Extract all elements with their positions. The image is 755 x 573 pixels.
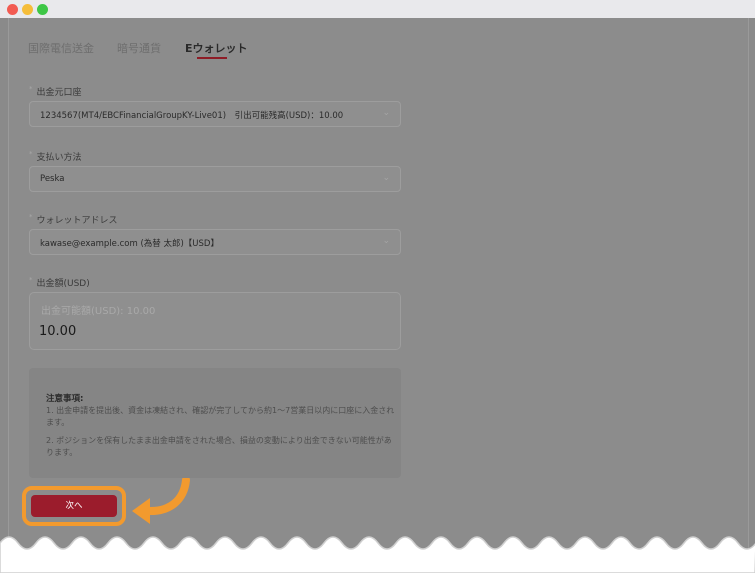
minimize-window-button[interactable] [22, 4, 33, 15]
next-button-highlight: 次へ [22, 486, 126, 526]
required-mark: * [29, 85, 33, 93]
chevron-down-icon: ⌄ [382, 236, 390, 246]
tab-crypto[interactable]: 暗号通貨 [117, 40, 161, 56]
close-window-button[interactable] [7, 4, 18, 15]
wallet-address-select[interactable]: kawase@example.com (為替 太郎)【USD】 ⌄ [29, 229, 401, 255]
browser-window: 国際電信送金 暗号通貨 Eウォレット * 出金元口座 1234567(MT4/EB… [0, 0, 755, 573]
tab-ewallet[interactable]: Eウォレット [185, 40, 248, 56]
title-bar [0, 0, 755, 18]
chevron-down-icon: ⌄ [382, 173, 390, 183]
active-tab-indicator [197, 57, 227, 59]
source-account-value: 1234567(MT4/EBCFinancialGroupKY-Live01) … [40, 111, 344, 121]
tab-wire-transfer[interactable]: 国際電信送金 [28, 40, 94, 56]
torn-edge [0, 536, 755, 573]
payment-method-value: Peska [40, 174, 65, 184]
curved-arrow-icon [132, 478, 190, 524]
amount-placeholder: 出金可能額(USD): 10.00 [41, 306, 156, 317]
amount-label: * 出金額(USD) [29, 276, 90, 289]
next-button[interactable]: 次へ [31, 495, 117, 517]
wallet-address-value: kawase@example.com (為替 太郎)【USD】 [40, 239, 219, 249]
source-account-select[interactable]: 1234567(MT4/EBCFinancialGroupKY-Live01) … [29, 101, 401, 127]
wallet-address-label: * ウォレットアドレス [29, 213, 118, 226]
notice-box: 注意事項: 1. 出金申請を提出後、資金は凍結され、確認が完了してから約1〜7営… [29, 368, 401, 478]
amount-input[interactable]: 出金可能額(USD): 10.00 10.00 [29, 292, 401, 350]
amount-value: 10.00 [39, 324, 77, 339]
required-mark: * [29, 213, 33, 221]
payment-method-select[interactable]: Peska ⌄ [29, 166, 401, 192]
required-mark: * [29, 150, 33, 158]
chevron-down-icon: ⌄ [382, 108, 390, 118]
required-mark: * [29, 276, 33, 284]
notice-item-1: 1. 出金申請を提出後、資金は凍結され、確認が完了してから約1〜7営業日以内に口… [46, 406, 395, 427]
notice-item-2: 2. ポジションを保有したまま出金申請をされた場合、損益の変動により出金できない… [46, 436, 392, 457]
payment-method-label: * 支払い方法 [29, 150, 82, 163]
source-account-label: * 出金元口座 [29, 85, 82, 98]
notice-title: 注意事項: [46, 394, 84, 404]
maximize-window-button[interactable] [37, 4, 48, 15]
